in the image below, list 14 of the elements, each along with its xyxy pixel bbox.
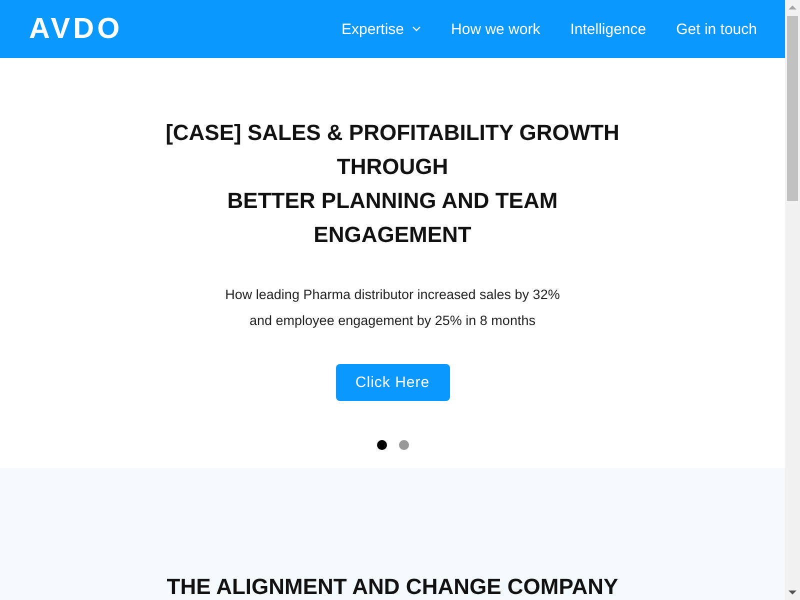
nav-link[interactable]: Get in touch xyxy=(676,20,757,38)
nav-link[interactable]: Intelligence xyxy=(570,20,646,38)
click-here-button[interactable]: Click Here xyxy=(336,364,450,401)
section-heading: THE ALIGNMENT AND CHANGE COMPANY xyxy=(166,575,618,599)
slide-dot[interactable] xyxy=(376,440,386,450)
scrollbar-thumb[interactable] xyxy=(787,16,798,201)
slide-dot[interactable] xyxy=(398,440,408,450)
scrollbar[interactable] xyxy=(785,0,800,600)
chevron-down-icon xyxy=(412,26,422,32)
hero-title: [CASE] SALES & PROFITABILITY GROWTH THROUGH BETTER PLANNING AND TEAM ENGAGEMENT xyxy=(164,119,620,249)
nav-link[interactable]: How we work xyxy=(451,20,540,38)
nav-dropdown-link[interactable]: Expertise xyxy=(342,20,422,38)
logo[interactable]: AVDO xyxy=(29,14,123,44)
hero-subtitle: How leading Pharma distributor increased sales by 32% and employee engagement by 25% in 8 months xyxy=(225,286,560,330)
